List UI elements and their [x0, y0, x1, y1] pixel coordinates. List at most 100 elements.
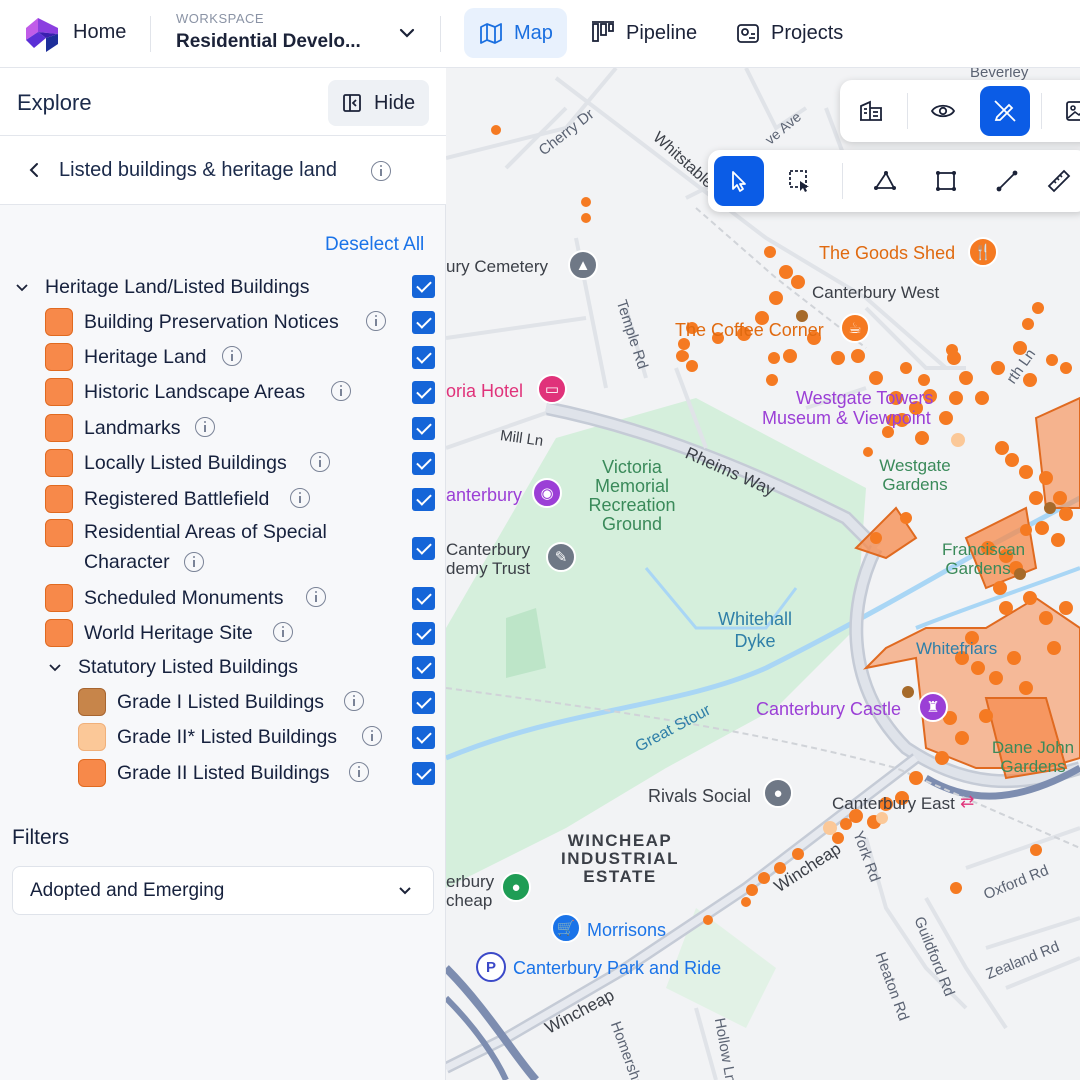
- map-canvas[interactable]: Cherry Dr Whitstable Rd Temple Rd Mill L…: [446, 68, 1080, 1080]
- layer-row[interactable]: Scheduled Monuments: [0, 584, 446, 614]
- measure-tool-button[interactable]: [1034, 156, 1080, 206]
- layer-checkbox[interactable]: [412, 656, 435, 679]
- map-layer-toolbar: [840, 80, 1080, 142]
- hide-sidebar-button[interactable]: Hide: [328, 80, 429, 126]
- info-icon[interactable]: [349, 762, 369, 782]
- tab-pipeline[interactable]: Pipeline: [576, 8, 711, 58]
- layer-row[interactable]: World Heritage Site: [0, 619, 446, 649]
- layer-checkbox[interactable]: [412, 346, 435, 369]
- layer-row[interactable]: Heritage Land: [0, 343, 446, 373]
- place-label: Canterbury Park and Ride: [513, 958, 722, 978]
- pointer-tool-button[interactable]: [714, 156, 764, 206]
- layer-row[interactable]: Grade I Listed Buildings: [0, 688, 446, 718]
- workspace-selector[interactable]: Residential Develo...: [176, 31, 361, 53]
- place-label: Dane John Gardens: [991, 738, 1075, 776]
- info-icon[interactable]: [306, 587, 326, 607]
- layer-row[interactable]: Building Preservation Notices: [0, 308, 446, 338]
- info-icon[interactable]: [184, 552, 204, 572]
- pointer-icon: [732, 171, 746, 192]
- place-label: ury Cemetery: [446, 257, 549, 276]
- layer-row[interactable]: Grade II Listed Buildings: [0, 759, 446, 789]
- layer-checkbox[interactable]: [412, 622, 435, 645]
- tab-projects[interactable]: Projects: [721, 8, 857, 58]
- tab-map[interactable]: Map: [464, 8, 567, 58]
- panel-collapse-icon: [343, 94, 361, 112]
- layer-checkbox[interactable]: [412, 537, 435, 560]
- layer-checkbox[interactable]: [412, 311, 435, 334]
- filters-dropdown[interactable]: Adopted and Emerging: [12, 866, 434, 915]
- layer-label: World Heritage Site: [84, 622, 253, 644]
- info-icon[interactable]: [366, 311, 386, 331]
- deselect-all-link[interactable]: Deselect All: [325, 234, 424, 256]
- layer-checkbox[interactable]: [412, 452, 435, 475]
- info-icon[interactable]: [331, 381, 351, 401]
- polygon-tool-button[interactable]: [860, 156, 910, 206]
- layer-label: Grade I Listed Buildings: [117, 691, 325, 713]
- layer-row[interactable]: Residential Areas of Special Character: [0, 519, 446, 579]
- place-label: WINCHEAP INDUSTRIAL ESTATE: [561, 831, 679, 886]
- school-icon[interactable]: ✎: [546, 542, 576, 572]
- home-link[interactable]: Home: [73, 21, 126, 44]
- info-icon[interactable]: [195, 417, 215, 437]
- chevron-down-icon[interactable]: [48, 661, 62, 675]
- line-tool-button[interactable]: [982, 156, 1032, 206]
- visibility-button[interactable]: [918, 86, 968, 136]
- layer-row-heritage-parent[interactable]: Heritage Land/Listed Buildings: [0, 274, 446, 300]
- info-icon[interactable]: [273, 622, 293, 642]
- parking-icon[interactable]: P: [476, 952, 506, 982]
- layer-row[interactable]: Landmarks: [0, 414, 446, 444]
- divider: [907, 93, 908, 129]
- layer-checkbox[interactable]: [412, 587, 435, 610]
- layer-label: Heritage Land/Listed Buildings: [45, 276, 310, 298]
- layer-checkbox[interactable]: [412, 762, 435, 785]
- layer-checkbox[interactable]: [412, 726, 435, 749]
- app-logo-icon[interactable]: [22, 14, 62, 54]
- layer-swatch: [78, 759, 106, 787]
- layer-row[interactable]: Historic Landscape Areas: [0, 378, 446, 408]
- cemetery-icon[interactable]: ▲: [568, 250, 598, 280]
- layer-checkbox[interactable]: [412, 381, 435, 404]
- buildings-button[interactable]: [846, 86, 896, 136]
- park-icon[interactable]: ●: [501, 872, 531, 902]
- info-icon[interactable]: [222, 346, 242, 366]
- rectangle-tool-button[interactable]: [921, 156, 971, 206]
- info-icon[interactable]: [344, 691, 364, 711]
- imagery-button[interactable]: [1052, 86, 1080, 136]
- chevron-down-icon[interactable]: [396, 22, 418, 44]
- layer-checkbox[interactable]: [412, 488, 435, 511]
- rail-icon: ⇄: [960, 792, 975, 811]
- projects-icon: [737, 24, 759, 43]
- layer-label: Locally Listed Buildings: [84, 452, 287, 474]
- cafe-icon[interactable]: ☕: [840, 313, 870, 343]
- venue-icon[interactable]: ●: [763, 778, 793, 808]
- shopping-cart-icon[interactable]: 🛒: [551, 913, 581, 943]
- chevron-down-icon: [399, 887, 411, 895]
- layer-row-statutory-group[interactable]: Statutory Listed Buildings: [0, 654, 446, 680]
- attraction-icon[interactable]: ◉: [532, 478, 562, 508]
- chevron-down-icon[interactable]: [15, 281, 29, 295]
- info-icon[interactable]: [310, 452, 330, 472]
- divider: [842, 163, 843, 199]
- drawing-toggle-button[interactable]: [980, 86, 1030, 136]
- layer-row[interactable]: Grade II* Listed Buildings: [0, 723, 446, 753]
- layer-row[interactable]: Locally Listed Buildings: [0, 449, 446, 479]
- restaurant-icon[interactable]: 🍴: [968, 237, 998, 267]
- layer-swatch: [78, 688, 106, 716]
- layer-label: Statutory Listed Buildings: [78, 656, 299, 678]
- info-icon[interactable]: [371, 161, 391, 181]
- layer-checkbox[interactable]: [412, 417, 435, 440]
- place-label: Whitefriars: [916, 639, 998, 658]
- chevron-left-icon[interactable]: [26, 161, 42, 179]
- layer-checkbox[interactable]: [412, 691, 435, 714]
- filters-title: Filters: [12, 826, 70, 849]
- layer-checkbox[interactable]: [412, 275, 435, 298]
- layer-row[interactable]: Registered Battlefield: [0, 485, 446, 515]
- castle-icon[interactable]: ♜: [918, 692, 948, 722]
- info-icon[interactable]: [290, 488, 310, 508]
- hotel-icon[interactable]: ▭: [537, 374, 567, 404]
- info-icon[interactable]: [362, 726, 382, 746]
- place-label: erbury cheap: [446, 872, 495, 910]
- select-area-button[interactable]: [775, 156, 825, 206]
- divider: [1041, 93, 1042, 129]
- top-bar: Home WORKSPACE Residential Develo... Map…: [0, 0, 1080, 68]
